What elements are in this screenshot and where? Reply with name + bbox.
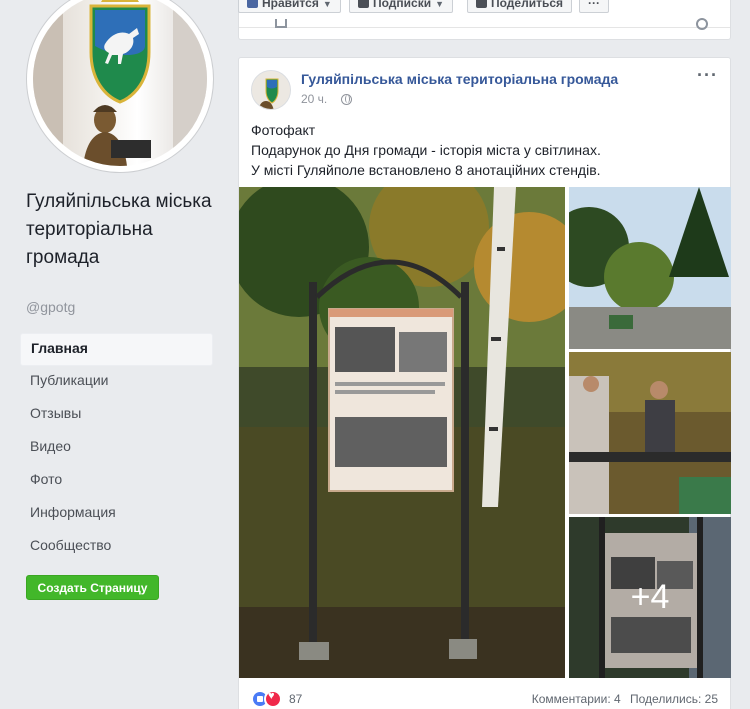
post-text-line: У місті Гуляйполе встановлено 8 анотацій… [251,162,601,178]
more-photos-count[interactable]: +4 [569,517,731,678]
post-more-icon[interactable]: ··· [697,66,718,84]
page-title: Гуляйпільська міська територіальна грома… [26,191,212,268]
page-profile-picture[interactable] [27,0,213,172]
page-sidebar: Гуляйпільська міська територіальна грома… [0,0,226,709]
chevron-down-icon: ▼ [435,0,445,9]
nav-item-posts[interactable]: Публикации [20,366,213,399]
nav-item-videos[interactable]: Видео [20,432,213,465]
create-page-button[interactable]: Создать Страницу [26,575,159,600]
nav-item-home[interactable]: Главная [20,333,213,366]
love-reaction-icon [264,690,282,708]
nav-item-about[interactable]: Информация [20,498,213,531]
more-options-button[interactable]: ··· [579,0,609,13]
post-photo-4[interactable]: +4 [569,517,731,678]
page-nav: Главная Публикации Отзывы Видео Фото Инф… [20,333,213,564]
share-page-button[interactable]: Поделиться [467,0,573,13]
divider [239,27,730,28]
thumbs-up-icon [247,0,258,8]
emoji-icon[interactable] [696,18,708,30]
coat-of-arms-photo [33,0,207,166]
post-photo-grid: +4 [239,187,731,678]
page-actions-bar: Нравится ▼ Подписки ▼ Поделиться ··· [238,0,731,40]
share-arrow-icon [476,0,487,8]
comments-count[interactable]: Комментарии: 4 [532,692,621,706]
reactions-count[interactable]: 87 [289,692,302,706]
page-username[interactable]: @gpotg [26,299,75,315]
follow-page-button[interactable]: Подписки ▼ [349,0,454,13]
shares-count[interactable]: Поделились: 25 [630,692,718,706]
like-page-button[interactable]: Нравится ▼ [238,0,341,13]
nav-item-community[interactable]: Сообщество [20,531,213,564]
post-text-line: Фотофакт [251,122,316,138]
post-card: Гуляйпільська міська територіальна грома… [238,57,731,709]
post-stats: Комментарии: 4 Поделились: 25 [526,692,718,706]
post-author-link[interactable]: Гуляйпільська міська територіальна грома… [301,71,618,87]
nav-item-reviews[interactable]: Отзывы [20,399,213,432]
post-timestamp[interactable]: 20 ч. [301,92,327,106]
author-avatar[interactable] [251,70,291,110]
post-photo-3[interactable] [569,352,731,514]
composer-icon[interactable] [275,19,287,28]
post-text-line: Подарунок до Дня громади - історія міста… [251,142,601,158]
chevron-down-icon: ▼ [322,0,332,9]
post-message: Фотофакт Подарунок до Дня громади - істо… [251,120,721,180]
nav-item-photos[interactable]: Фото [20,465,213,498]
rss-icon [358,0,369,8]
post-photo-main[interactable] [239,187,565,678]
globe-icon[interactable] [341,94,352,105]
post-photo-2[interactable] [569,187,731,349]
